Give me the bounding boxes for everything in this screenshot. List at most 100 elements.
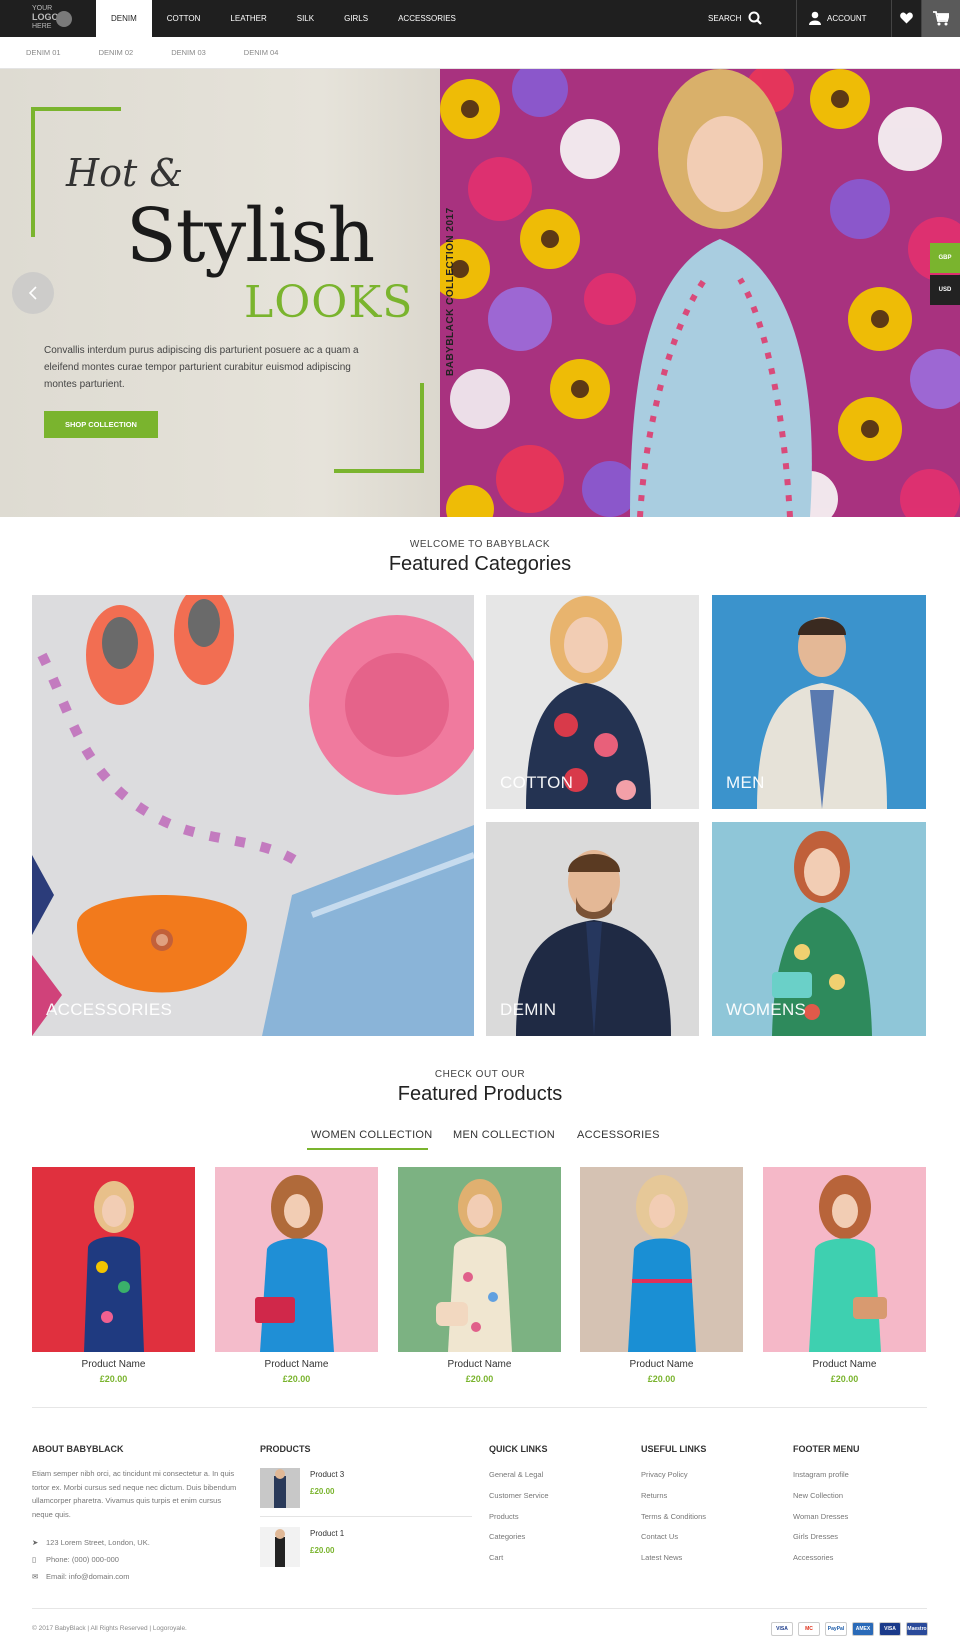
sub-nav: DENIM 01 DENIM 02 DENIM 03 DENIM 04 [0, 37, 960, 69]
category-womens[interactable]: WOMENS [712, 822, 926, 1036]
hero-bracket-bottom [334, 383, 424, 473]
hero-image [440, 69, 960, 517]
product-image[interactable] [580, 1167, 743, 1352]
footer-link[interactable]: Instagram profile [793, 1470, 849, 1479]
footer-link[interactable]: Products [489, 1512, 519, 1521]
footer-phone: ▯ Phone: (000) 000-000 [32, 1555, 119, 1564]
paypal-icon: PayPal [825, 1622, 847, 1636]
footer-email-text[interactable]: Email: info@domain.com [46, 1572, 129, 1581]
footer-link[interactable]: Accessories [793, 1553, 833, 1562]
footer-link[interactable]: New Collection [793, 1491, 843, 1500]
account-button[interactable]: ACCOUNT [796, 0, 892, 37]
subnav-item-denim03[interactable]: DENIM 03 [171, 37, 220, 68]
footer-product-price: £20.00 [310, 1546, 335, 1555]
footer-link[interactable]: Latest News [641, 1553, 682, 1562]
tab-women-collection[interactable]: WOMEN COLLECTION [311, 1129, 433, 1141]
footer-link[interactable]: Contact Us [641, 1532, 678, 1541]
subnav-item-denim02[interactable]: DENIM 02 [99, 37, 148, 68]
cart-button[interactable] [922, 0, 960, 37]
footer-bottom-divider [32, 1608, 927, 1609]
main-nav: DENIM COTTON LEATHER SILK GIRLS ACCESSOR… [96, 0, 471, 37]
search-icon[interactable] [748, 11, 762, 25]
nav-item-cotton[interactable]: COTTON [152, 0, 216, 37]
copyright-text: © 2017 BabyBlack | All Rights Reserved |… [32, 1625, 187, 1632]
footer-address: ➤ 123 Lorem Street, London, UK. [32, 1538, 150, 1547]
product-image[interactable] [32, 1167, 195, 1352]
visa-icon: VISA [771, 1622, 793, 1636]
footer-link[interactable]: Cart [489, 1553, 503, 1562]
hero-vertical-caption: BABYBLACK COLLECTION 2017 [445, 207, 456, 376]
category-cotton[interactable]: COTTON [486, 595, 699, 809]
subnav-item-denim01[interactable]: DENIM 01 [26, 37, 75, 68]
logo-line2: LOGO [32, 12, 59, 22]
products-pre-title: CHECK OUT OUR [434, 1069, 526, 1080]
footer-useful-links-title: USEFUL LINKS [641, 1444, 707, 1454]
category-label-demin: DEMIN [500, 1000, 557, 1019]
tab-accessories[interactable]: ACCESSORIES [577, 1129, 660, 1141]
product-photo-3 [398, 1167, 561, 1352]
tab-men-collection[interactable]: MEN COLLECTION [453, 1129, 555, 1141]
logo[interactable]: YOUR LOGO HERE [28, 4, 74, 33]
currency-gbp[interactable]: GBP [930, 243, 960, 273]
product-name[interactable]: Product Name [32, 1359, 195, 1370]
nav-item-denim[interactable]: DENIM [96, 0, 152, 37]
chevron-left-icon [28, 286, 37, 300]
product-name[interactable]: Product Name [398, 1359, 561, 1370]
mail-icon: ✉ [32, 1572, 39, 1581]
footer-link[interactable]: Girls Dresses [793, 1532, 838, 1541]
shop-collection-button[interactable]: SHOP COLLECTION [44, 411, 158, 438]
footer-email: ✉ Email: info@domain.com [32, 1572, 129, 1581]
nav-item-leather[interactable]: LEATHER [215, 0, 281, 37]
wishlist-button[interactable] [892, 0, 922, 37]
product-price: £20.00 [830, 1374, 859, 1384]
category-men[interactable]: MEN [712, 595, 926, 809]
footer-product-name[interactable]: Product 1 [310, 1529, 344, 1538]
categories-title: Featured Categories [388, 553, 572, 575]
currency-usd[interactable]: USD [930, 275, 960, 305]
product-price: £20.00 [465, 1374, 494, 1384]
visa-electron-icon: VISA [879, 1622, 901, 1636]
product-name[interactable]: Product Name [215, 1359, 378, 1370]
footer-link[interactable]: Customer Service [489, 1491, 549, 1500]
footer-link[interactable]: Terms & Conditions [641, 1512, 706, 1521]
accessories-photo [32, 595, 474, 1036]
categories-pre-title: WELCOME TO BABYBLACK [409, 539, 551, 550]
nav-item-silk[interactable]: SILK [282, 0, 329, 37]
category-label-accessories: ACCESSORIES [46, 1000, 173, 1019]
nav-item-girls[interactable]: GIRLS [329, 0, 383, 37]
product-image[interactable] [215, 1167, 378, 1352]
footer-link[interactable]: General & Legal [489, 1470, 543, 1479]
category-demin[interactable]: DEMIN [486, 822, 699, 1036]
footer-product-divider [260, 1516, 472, 1517]
footer-link[interactable]: Categories [489, 1532, 525, 1541]
section-divider [32, 1407, 927, 1408]
footer-product-thumb[interactable] [260, 1468, 300, 1508]
search-label[interactable]: SEARCH [708, 0, 741, 37]
product-photo-2 [215, 1167, 378, 1352]
footer-link[interactable]: Returns [641, 1491, 667, 1500]
products-title: Featured Products [397, 1083, 563, 1105]
product-photo-1 [32, 1167, 195, 1352]
product-image[interactable] [763, 1167, 926, 1352]
category-accessories[interactable]: ACCESSORIES [32, 595, 474, 1036]
category-label-cotton: COTTON [500, 773, 574, 792]
product-name[interactable]: Product Name [580, 1359, 743, 1370]
user-icon [809, 11, 821, 25]
footer-address-text: 123 Lorem Street, London, UK. [46, 1538, 150, 1547]
product-image[interactable] [398, 1167, 561, 1352]
footer-link[interactable]: Privacy Policy [641, 1470, 688, 1479]
product-price: £20.00 [282, 1374, 311, 1384]
footer-phone-text: Phone: (000) 000-000 [46, 1555, 119, 1564]
slider-prev-button[interactable] [12, 272, 54, 314]
footer-link[interactable]: Woman Dresses [793, 1512, 848, 1521]
footer-products-title: PRODUCTS [260, 1444, 311, 1454]
footer-product-name[interactable]: Product 3 [310, 1470, 344, 1479]
cart-icon [933, 11, 949, 26]
account-label: ACCOUNT [827, 14, 867, 23]
footer-product-thumb[interactable] [260, 1527, 300, 1567]
subnav-item-denim04[interactable]: DENIM 04 [244, 37, 293, 68]
product-name[interactable]: Product Name [763, 1359, 926, 1370]
hero-line2: Stylish [126, 193, 375, 279]
maestro-icon: Maestro [906, 1622, 928, 1636]
nav-item-accessories[interactable]: ACCESSORIES [383, 0, 471, 37]
